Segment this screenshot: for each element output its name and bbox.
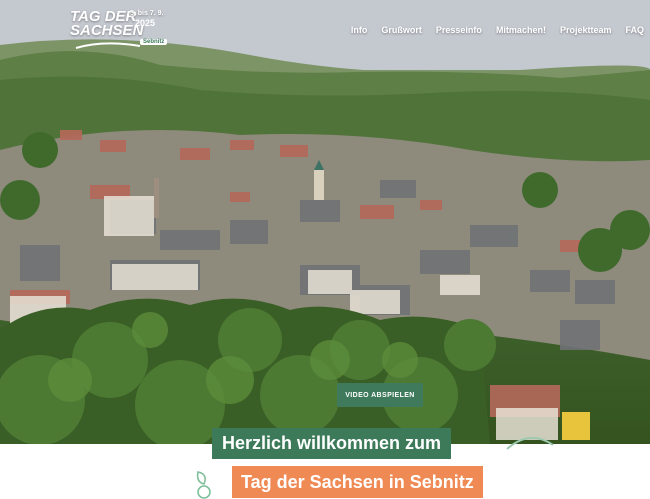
tag-der-sachsen-logo[interactable]: TAG DER SACHSEN 5. bis 7. 9. 2025 Sebnit…: [70, 8, 168, 52]
decorative-arc-icon: [506, 437, 554, 450]
nav-item-info[interactable]: Info: [351, 25, 368, 35]
logo-swoosh-icon: [75, 42, 141, 49]
play-video-button[interactable]: VIDEO ABSPIELEN: [337, 383, 423, 407]
hero-aerial-image: TAG DER SACHSEN 5. bis 7. 9. 2025 Sebnit…: [0, 0, 650, 444]
nav-item-faq[interactable]: FAQ: [625, 25, 644, 35]
nav-item-presseinfo[interactable]: Presseinfo: [436, 25, 482, 35]
main-navigation: Info Grußwort Presseinfo Mitmachen! Proj…: [351, 25, 644, 35]
town-aerial-photo: [0, 0, 650, 444]
nav-item-grusswort[interactable]: Grußwort: [381, 25, 422, 35]
nav-item-projektteam[interactable]: Projektteam: [560, 25, 612, 35]
nav-item-mitmachen[interactable]: Mitmachen!: [496, 25, 546, 35]
leaf-icon: [196, 471, 211, 499]
event-title-heading: Tag der Sachsen in Sebnitz: [232, 466, 483, 498]
logo-city-tag: Sebnitz: [140, 39, 168, 45]
welcome-heading: Herzlich willkommen zum: [212, 428, 452, 459]
logo-dates: 5. bis 7. 9.: [130, 10, 164, 17]
logo-year: 2025: [135, 18, 156, 28]
